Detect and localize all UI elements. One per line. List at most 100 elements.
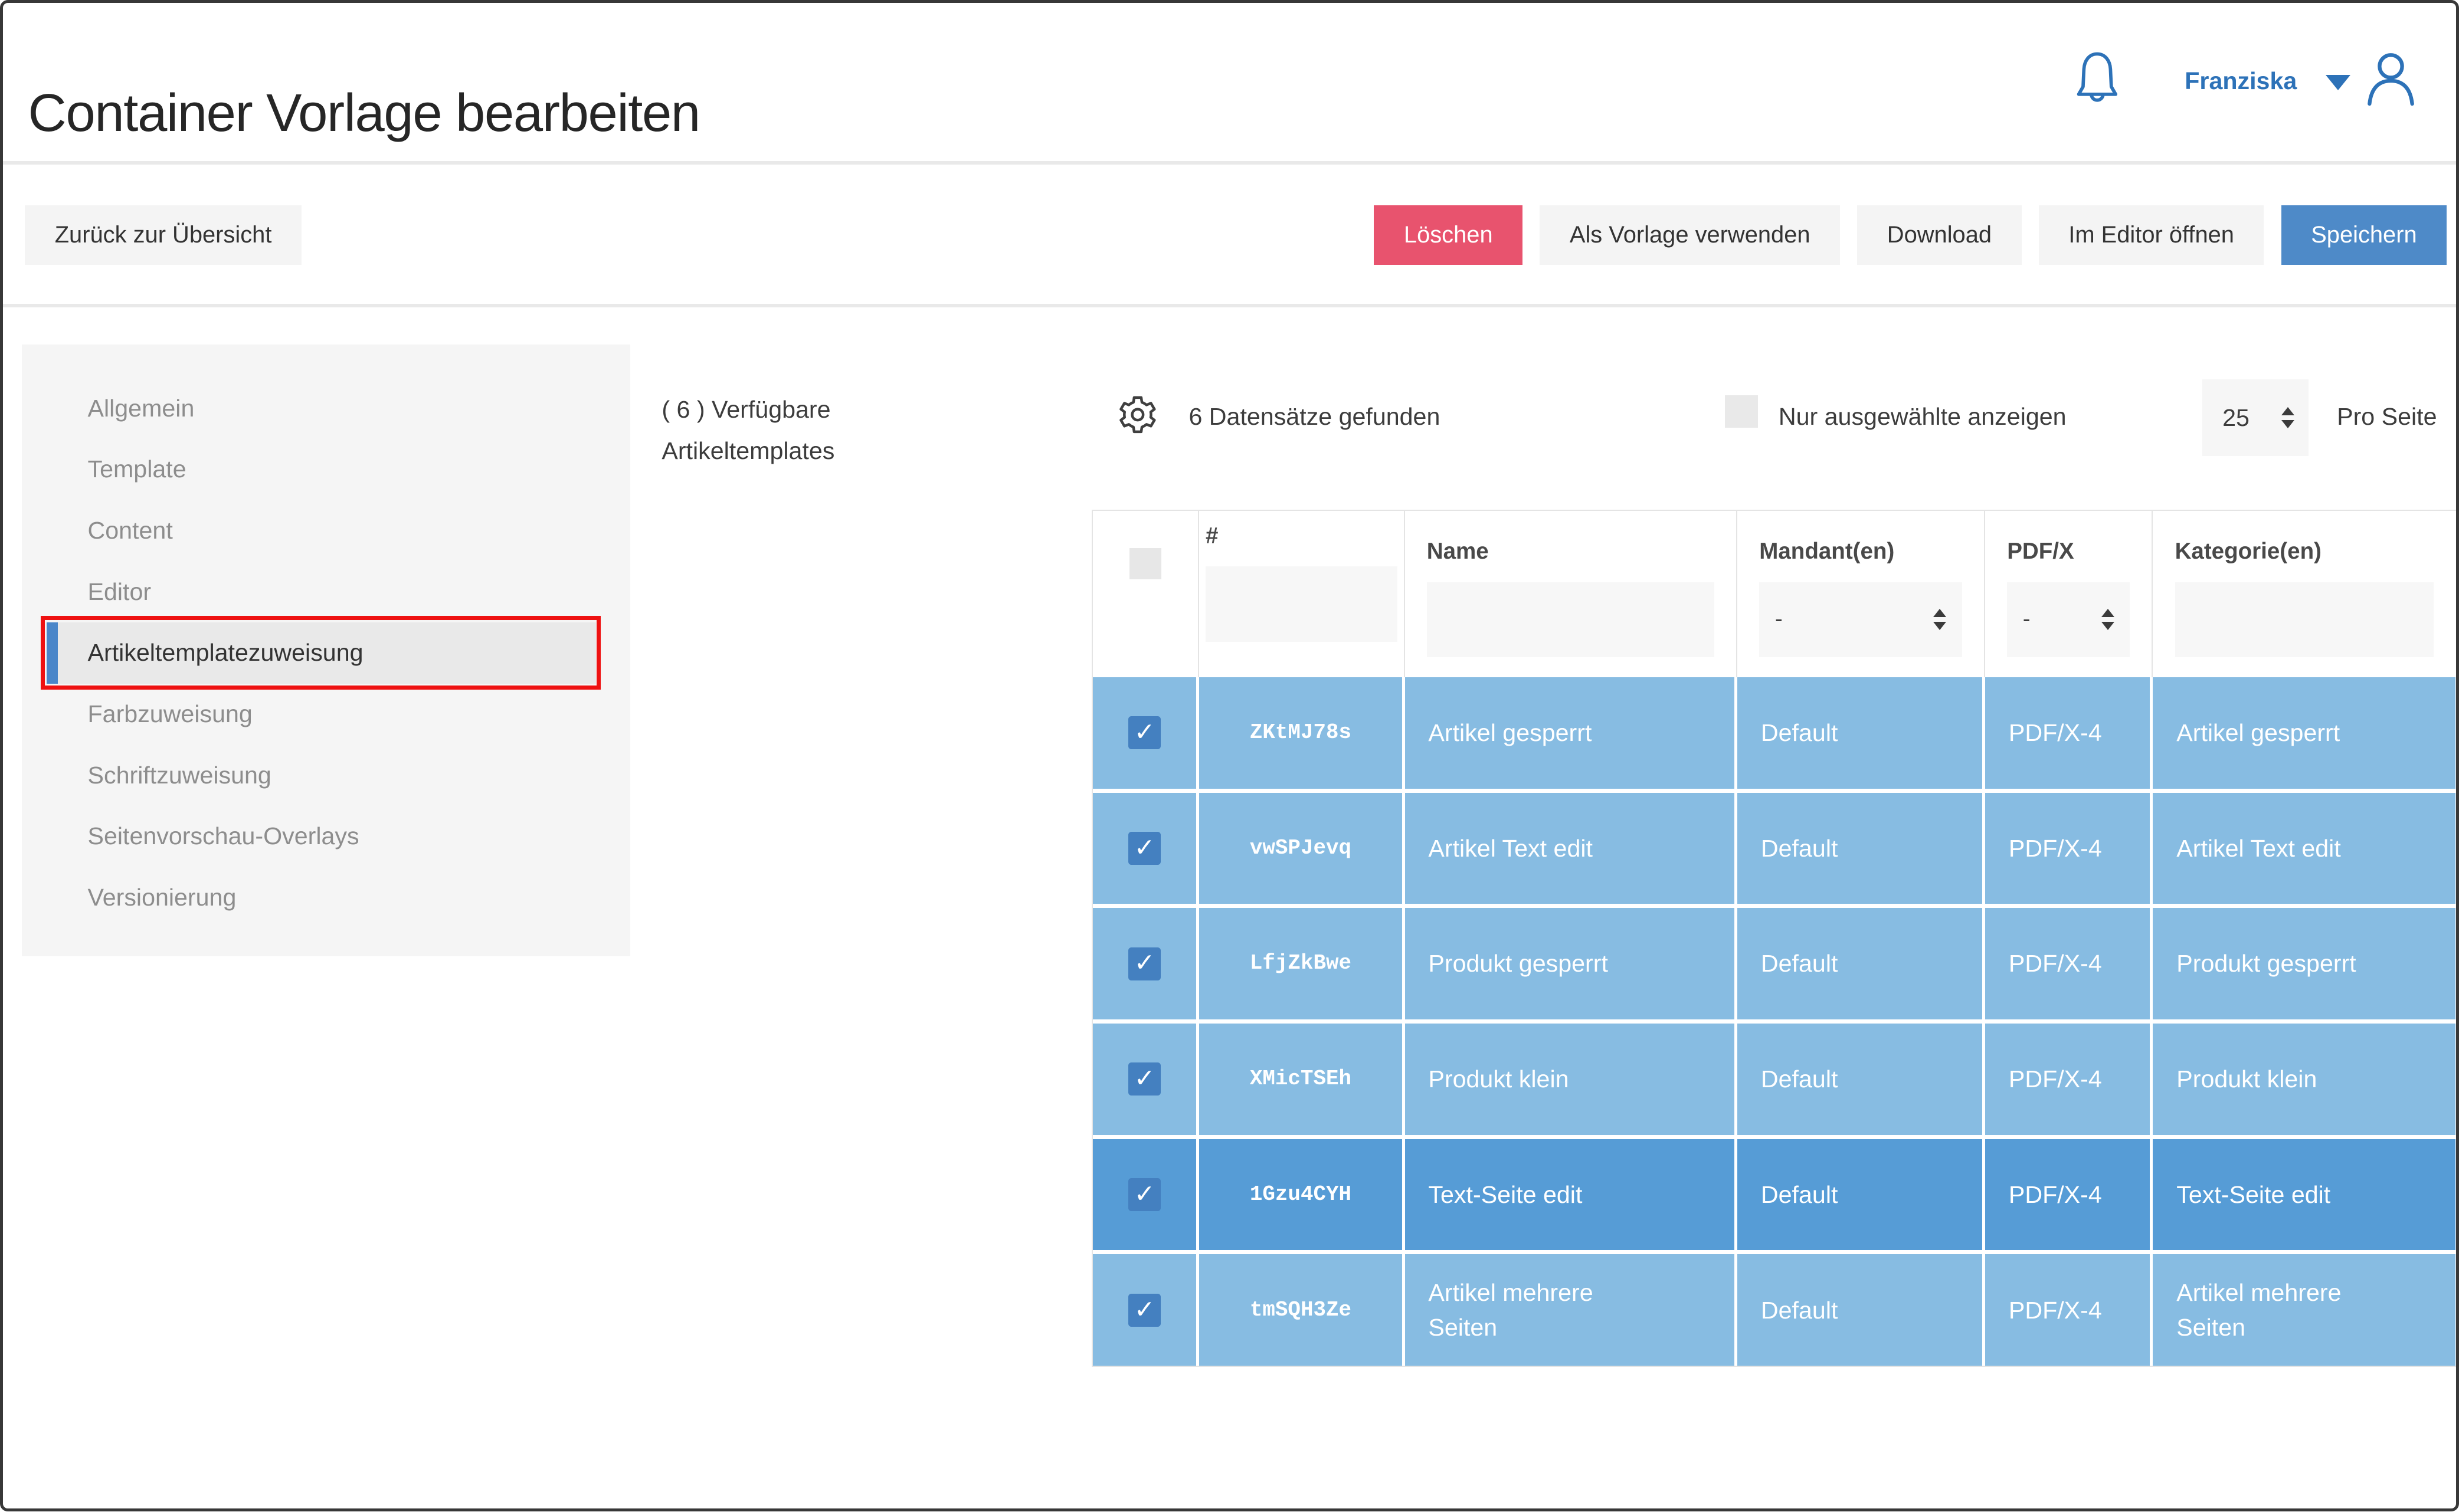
row-checkbox[interactable]: ✓	[1128, 947, 1161, 980]
table-cell: tmSQH3Ze	[1199, 1254, 1404, 1366]
table-cell: PDF/X-4	[1985, 677, 2153, 789]
column-header: PDF/X -	[1985, 511, 2153, 677]
checkbox-cell: ✓	[1093, 1024, 1200, 1135]
table-row[interactable]: ✓ LfjZkBwe Produkt gesperrt Default PDF/X-4 P…	[1093, 904, 2457, 1019]
row-mandant: Default	[1761, 1293, 1838, 1327]
row-pdfx: PDF/X-4	[2009, 716, 2102, 750]
table-cell: Artikel Text edit	[1405, 793, 1737, 904]
sidebar-item-schriftzuweisung[interactable]: Schriftzuweisung	[47, 744, 595, 806]
page-title: Container Vorlage bearbeiten	[28, 83, 700, 144]
per-page-label: Pro Seite	[2337, 403, 2437, 431]
bell-icon[interactable]	[2074, 50, 2121, 108]
table-cell: 1Gzu4CYH	[1199, 1139, 1404, 1251]
column-label: Kategorie(en)	[2175, 539, 2434, 565]
chevron-down-icon[interactable]	[2326, 75, 2350, 90]
sidebar-item-template[interactable]: Template	[47, 439, 595, 500]
table-cell: Default	[1737, 677, 1985, 789]
sidebar-item-content[interactable]: Content	[47, 500, 595, 562]
table-cell: PDF/X-4	[1985, 793, 2153, 904]
toolbar-divider	[3, 304, 2456, 307]
sidebar-item-editor[interactable]: Editor	[47, 561, 595, 622]
table-row[interactable]: ✓ZKtMJ78sArtikel gesperrtDefaultPDF/X-4A…	[1093, 677, 2457, 789]
records-found-label: 6 Datensätze gefunden	[1188, 403, 1440, 431]
sidebar-item-artikeltemplatezuweisung[interactable]: Artikeltemplatezuweisung	[47, 622, 595, 684]
download-button[interactable]: Download	[1857, 205, 2021, 265]
spinner-arrows-icon[interactable]	[1933, 609, 1946, 630]
sidebar: AllgemeinTemplateContentEditorArtikeltem…	[22, 345, 630, 956]
sidebar-item-versionierung[interactable]: Versionierung	[47, 867, 595, 929]
row-mandant: Default	[1761, 1062, 1838, 1096]
table-cell: Artikel gesperrt	[2153, 677, 2455, 789]
checkbox-cell: ✓	[1093, 1254, 1200, 1366]
row-id: LfjZkBwe	[1250, 946, 1351, 980]
table-row[interactable]: ✓1Gzu4CYHText-Seite editDefaultPDF/X-4Te…	[1093, 1135, 2457, 1251]
column-label: PDF/X	[2007, 539, 2130, 565]
save-button[interactable]: Speichern	[2281, 205, 2447, 265]
row-checkbox[interactable]: ✓	[1128, 832, 1161, 865]
user-name[interactable]: Franziska	[2185, 67, 2297, 95]
select-all-checkbox[interactable]	[1129, 548, 1161, 579]
table-cell: Artikel mehrere Seiten	[2153, 1254, 2455, 1366]
row-checkbox[interactable]: ✓	[1128, 1294, 1161, 1327]
checkbox-cell: ✓	[1093, 1139, 1200, 1251]
table-cell: PDF/X-4	[1985, 1139, 2153, 1251]
table-cell: Artikel Text edit	[2153, 793, 2455, 904]
row-mandant: Default	[1761, 1178, 1838, 1212]
row-kategorie: Text-Seite edit	[2176, 1178, 2330, 1212]
row-name: Produkt klein	[1428, 1062, 1569, 1096]
sidebar-item-allgemein[interactable]: Allgemein	[47, 378, 595, 439]
row-name: Produkt gesperrt	[1428, 946, 1607, 980]
spinner-arrows-icon[interactable]	[2101, 609, 2114, 630]
column-header: Name	[1405, 511, 1737, 677]
table-cell: Default	[1737, 1139, 1985, 1251]
row-checkbox[interactable]: ✓	[1128, 1062, 1161, 1096]
delete-button[interactable]: Löschen	[1374, 205, 1522, 265]
gear-icon[interactable]	[1116, 393, 1159, 436]
row-kategorie: Produkt gesperrt	[2176, 946, 2356, 980]
row-id: vwSPJevq	[1250, 831, 1351, 865]
column-filter-input[interactable]	[1206, 566, 1397, 642]
column-header: #	[1199, 511, 1404, 677]
sidebar-item-seitenvorschau-overlays[interactable]: Seitenvorschau-Overlays	[47, 806, 595, 867]
column-header: Kategorie(en)	[2153, 511, 2455, 677]
column-header: Mandant(en)-	[1737, 511, 1985, 677]
row-pdfx: PDF/X-4	[2009, 1178, 2102, 1212]
row-name: Artikel Text edit	[1428, 831, 1593, 865]
table-cell: XMicTSEh	[1199, 1024, 1404, 1135]
checkbox-cell: ✓	[1093, 793, 1200, 904]
table-cell: Default	[1737, 908, 1985, 1019]
table-cell: PDF/X-4	[1985, 908, 2153, 1019]
spinner-arrows-icon[interactable]	[2281, 407, 2294, 428]
table-row[interactable]: ✓ vwSPJevq Artikel Text edit Default PDF/X-4…	[1093, 789, 2457, 904]
row-id: XMicTSEh	[1250, 1062, 1351, 1096]
use-as-template-button[interactable]: Als Vorlage verwenden	[1540, 205, 1840, 265]
open-in-editor-button[interactable]: Im Editor öffnen	[2039, 205, 2264, 265]
row-pdfx: PDF/X-4	[2009, 831, 2102, 865]
article-template-table: #NameMandant(en)-PDF/X-Kategorie(en) ✓ZK…	[1092, 510, 2458, 1367]
row-kategorie: Produkt klein	[2176, 1062, 2317, 1096]
row-pdfx: PDF/X-4	[2009, 1293, 2102, 1327]
column-filter-select[interactable]: -	[1759, 582, 1962, 658]
column-filter-input[interactable]	[2175, 582, 2434, 658]
back-to-overview-button[interactable]: Zurück zur Übersicht	[25, 205, 302, 265]
row-mandant: Default	[1761, 831, 1838, 865]
column-filter-input[interactable]	[1427, 582, 1714, 658]
column-filter-select[interactable]: -	[2007, 582, 2130, 658]
only-selected-checkbox[interactable]	[1725, 395, 1758, 428]
row-pdfx: PDF/X-4	[2009, 946, 2102, 980]
filter-selected-value: -	[2023, 606, 2031, 632]
sidebar-item-farbzuweisung[interactable]: Farbzuweisung	[47, 684, 595, 745]
table-row[interactable]: ✓ XMicTSEh Produkt klein Default PDF/X-4 Prod…	[1093, 1019, 2457, 1135]
column-label: #	[1206, 523, 1397, 549]
row-checkbox[interactable]: ✓	[1128, 716, 1161, 749]
table-row[interactable]: ✓tmSQH3ZeArtikel mehrere SeitenDefaultPD…	[1093, 1250, 2457, 1366]
row-checkbox[interactable]: ✓	[1128, 1178, 1161, 1211]
row-name: Artikel gesperrt	[1428, 716, 1592, 750]
per-page-select[interactable]: 25	[2202, 379, 2309, 456]
row-pdfx: PDF/X-4	[2009, 1062, 2102, 1096]
header-divider	[3, 161, 2456, 164]
row-kategorie: Artikel mehrere Seiten	[2176, 1275, 2415, 1344]
filter-selected-value: -	[1775, 606, 1783, 632]
table-cell: Artikel mehrere Seiten	[1405, 1254, 1737, 1366]
user-avatar-icon[interactable]	[2363, 48, 2418, 106]
